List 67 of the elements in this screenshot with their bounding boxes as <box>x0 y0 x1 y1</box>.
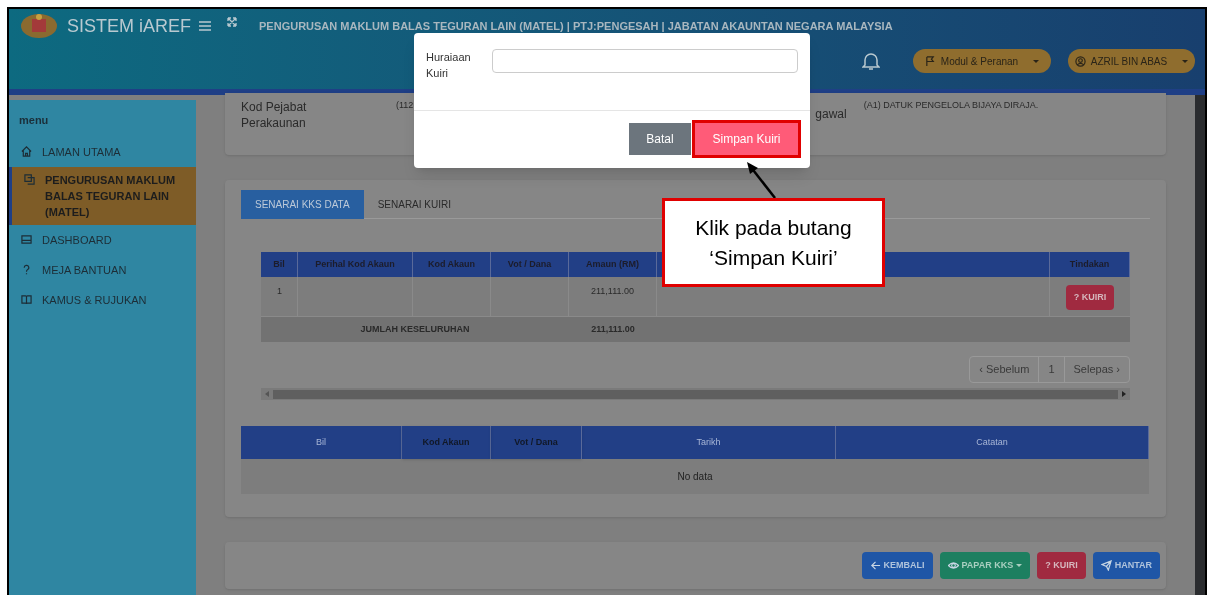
page-link[interactable]: ‹ Sebelum <box>970 357 1039 382</box>
arrow-left-icon <box>869 560 881 571</box>
total-amount: 211,111.00 <box>590 322 636 336</box>
app-name: SISTEM iAREF <box>67 14 191 38</box>
expand-icon[interactable] <box>227 17 237 27</box>
field-label: Huraiaan Kuiri <box>426 50 472 81</box>
caret-icon <box>1182 59 1189 63</box>
column-header: Amaun (RM) <box>569 252 657 277</box>
sidebar-item[interactable]: PENGURUSAN MAKLUM BALAS TEGURAN LAIN (MATEL) <box>9 166 196 225</box>
sidebar-item-label[interactable]: DASHBOARD <box>42 231 182 248</box>
field-label: Kod Pejabat Perakaunan <box>241 99 308 131</box>
field-value: (A1) DATUK PENGELOLA BIJAYA DIRAJA. <box>863 99 1039 112</box>
cancel-button[interactable]: Batal <box>629 123 691 155</box>
table-cell: 1 <box>261 277 298 316</box>
total-label: JUMLAH KESELURUHAN <box>359 322 471 336</box>
page-link[interactable]: 1 <box>1038 357 1064 382</box>
column-header: Bil <box>261 252 298 277</box>
user-menu-button[interactable]: AZRIL BIN ABAS <box>1068 49 1195 73</box>
window-icon <box>21 233 32 245</box>
page-title: PENGURUSAN MAKLUM BALAS TEGURAN LAIN (MATEL) | PTJ:PENGESAH | JABATAN AKAUNTAN NEGARA MALAYSIA <box>259 18 893 34</box>
sidebar-item-label[interactable]: LAMAN UTAMA <box>42 143 182 160</box>
empty-message: No data <box>677 470 713 484</box>
tab[interactable]: SENARAI KKS DATA <box>241 190 364 219</box>
callout-text: Klik pada butang <box>695 214 852 241</box>
horizontal-scrollbar[interactable] <box>261 388 1130 400</box>
view-button[interactable]: PAPAR KKS <box>939 552 1031 579</box>
back-button[interactable]: KEMBALI <box>861 552 933 579</box>
column-header: Perihal Kod Akaun <box>298 252 413 277</box>
tab[interactable]: SENARAI KUIRI <box>363 190 465 219</box>
callout-text: ‘Simpan Kuiri’ <box>709 244 838 271</box>
caret-icon <box>1016 564 1023 567</box>
field-label: gawal <box>815 106 847 123</box>
menu-icon[interactable] <box>199 21 211 31</box>
sidebar-item-label[interactable]: MEJA BANTUAN <box>42 261 182 278</box>
book-icon <box>21 293 32 305</box>
caret-icon <box>1033 59 1040 63</box>
description-input[interactable] <box>492 49 798 73</box>
sidebar-item[interactable]: KAMUS & RUJUKAN <box>9 284 196 315</box>
send-button[interactable]: HANTAR <box>1092 552 1160 579</box>
pointer-arrow <box>747 162 776 199</box>
bell-icon[interactable] <box>862 51 880 71</box>
sidebar-item[interactable]: DASHBOARD <box>9 224 196 255</box>
home-icon <box>21 145 32 157</box>
flag-icon <box>924 55 936 67</box>
scroll-right-icon[interactable] <box>1122 391 1126 397</box>
send-icon <box>1100 560 1112 571</box>
column-header: Tindakan <box>1050 252 1130 277</box>
scroll-left-icon[interactable] <box>265 391 269 397</box>
query-button[interactable]: ? KUIRI <box>1037 552 1086 579</box>
question-icon <box>21 263 32 275</box>
sidebar-item-label[interactable]: PENGURUSAN MAKLUM BALAS TEGURAN LAIN (MATEL) <box>45 171 184 220</box>
table-cell: 211,111.00 <box>569 277 657 316</box>
page-link[interactable]: Selepas › <box>1063 357 1129 382</box>
module-menu-button[interactable]: Modul & Peranan <box>913 49 1051 73</box>
save-button[interactable]: Simpan Kuiri <box>695 123 798 155</box>
crest-logo-icon <box>19 13 59 39</box>
column-header: Vot / Dana <box>491 252 569 277</box>
column-header: Kod Akaun <box>413 252 491 277</box>
field-value: (112 <box>396 99 414 112</box>
sidebar-item[interactable]: MEJA BANTUAN <box>9 254 196 285</box>
pages-icon <box>24 173 35 185</box>
sidebar-heading: menu <box>18 113 50 128</box>
sidebar-item-label[interactable]: KAMUS & RUJUKAN <box>42 291 182 308</box>
sidebar-item[interactable]: LAMAN UTAMA <box>9 136 196 167</box>
eye-icon <box>947 560 959 571</box>
query-button[interactable]: ? KUIRI <box>1065 285 1115 310</box>
scrollbar-thumb[interactable] <box>273 389 1118 399</box>
